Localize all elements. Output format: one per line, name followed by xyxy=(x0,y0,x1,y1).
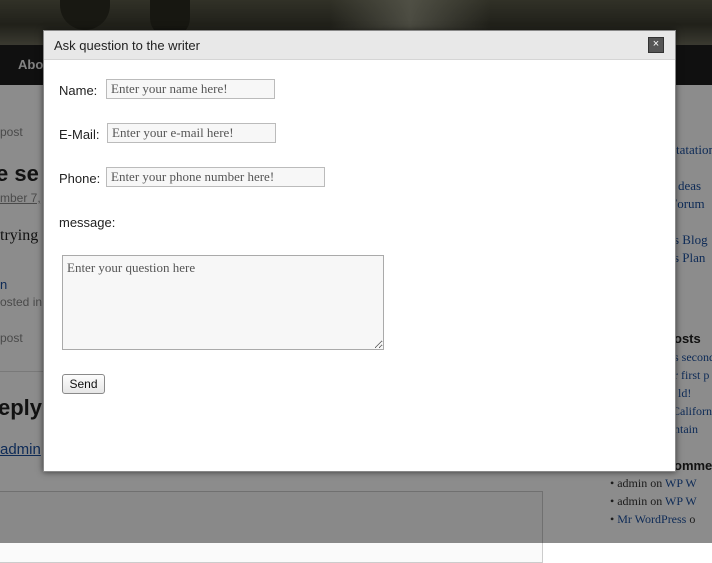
dialog-titlebar: Ask question to the writer × xyxy=(44,31,675,60)
name-label: Name: xyxy=(59,83,98,98)
name-field[interactable] xyxy=(106,79,275,99)
dialog-title: Ask question to the writer xyxy=(54,38,200,53)
message-label: message: xyxy=(59,215,116,230)
email-field[interactable] xyxy=(107,123,276,143)
phone-label: Phone: xyxy=(59,171,101,186)
phone-field[interactable] xyxy=(106,167,325,187)
close-icon: × xyxy=(652,38,660,50)
email-label: E-Mail: xyxy=(59,127,100,142)
ask-question-dialog: Ask question to the writer × Name: E-Mai… xyxy=(43,30,676,472)
message-field[interactable] xyxy=(62,255,384,350)
close-button[interactable]: × xyxy=(648,37,664,53)
send-button[interactable]: Send xyxy=(62,374,105,394)
